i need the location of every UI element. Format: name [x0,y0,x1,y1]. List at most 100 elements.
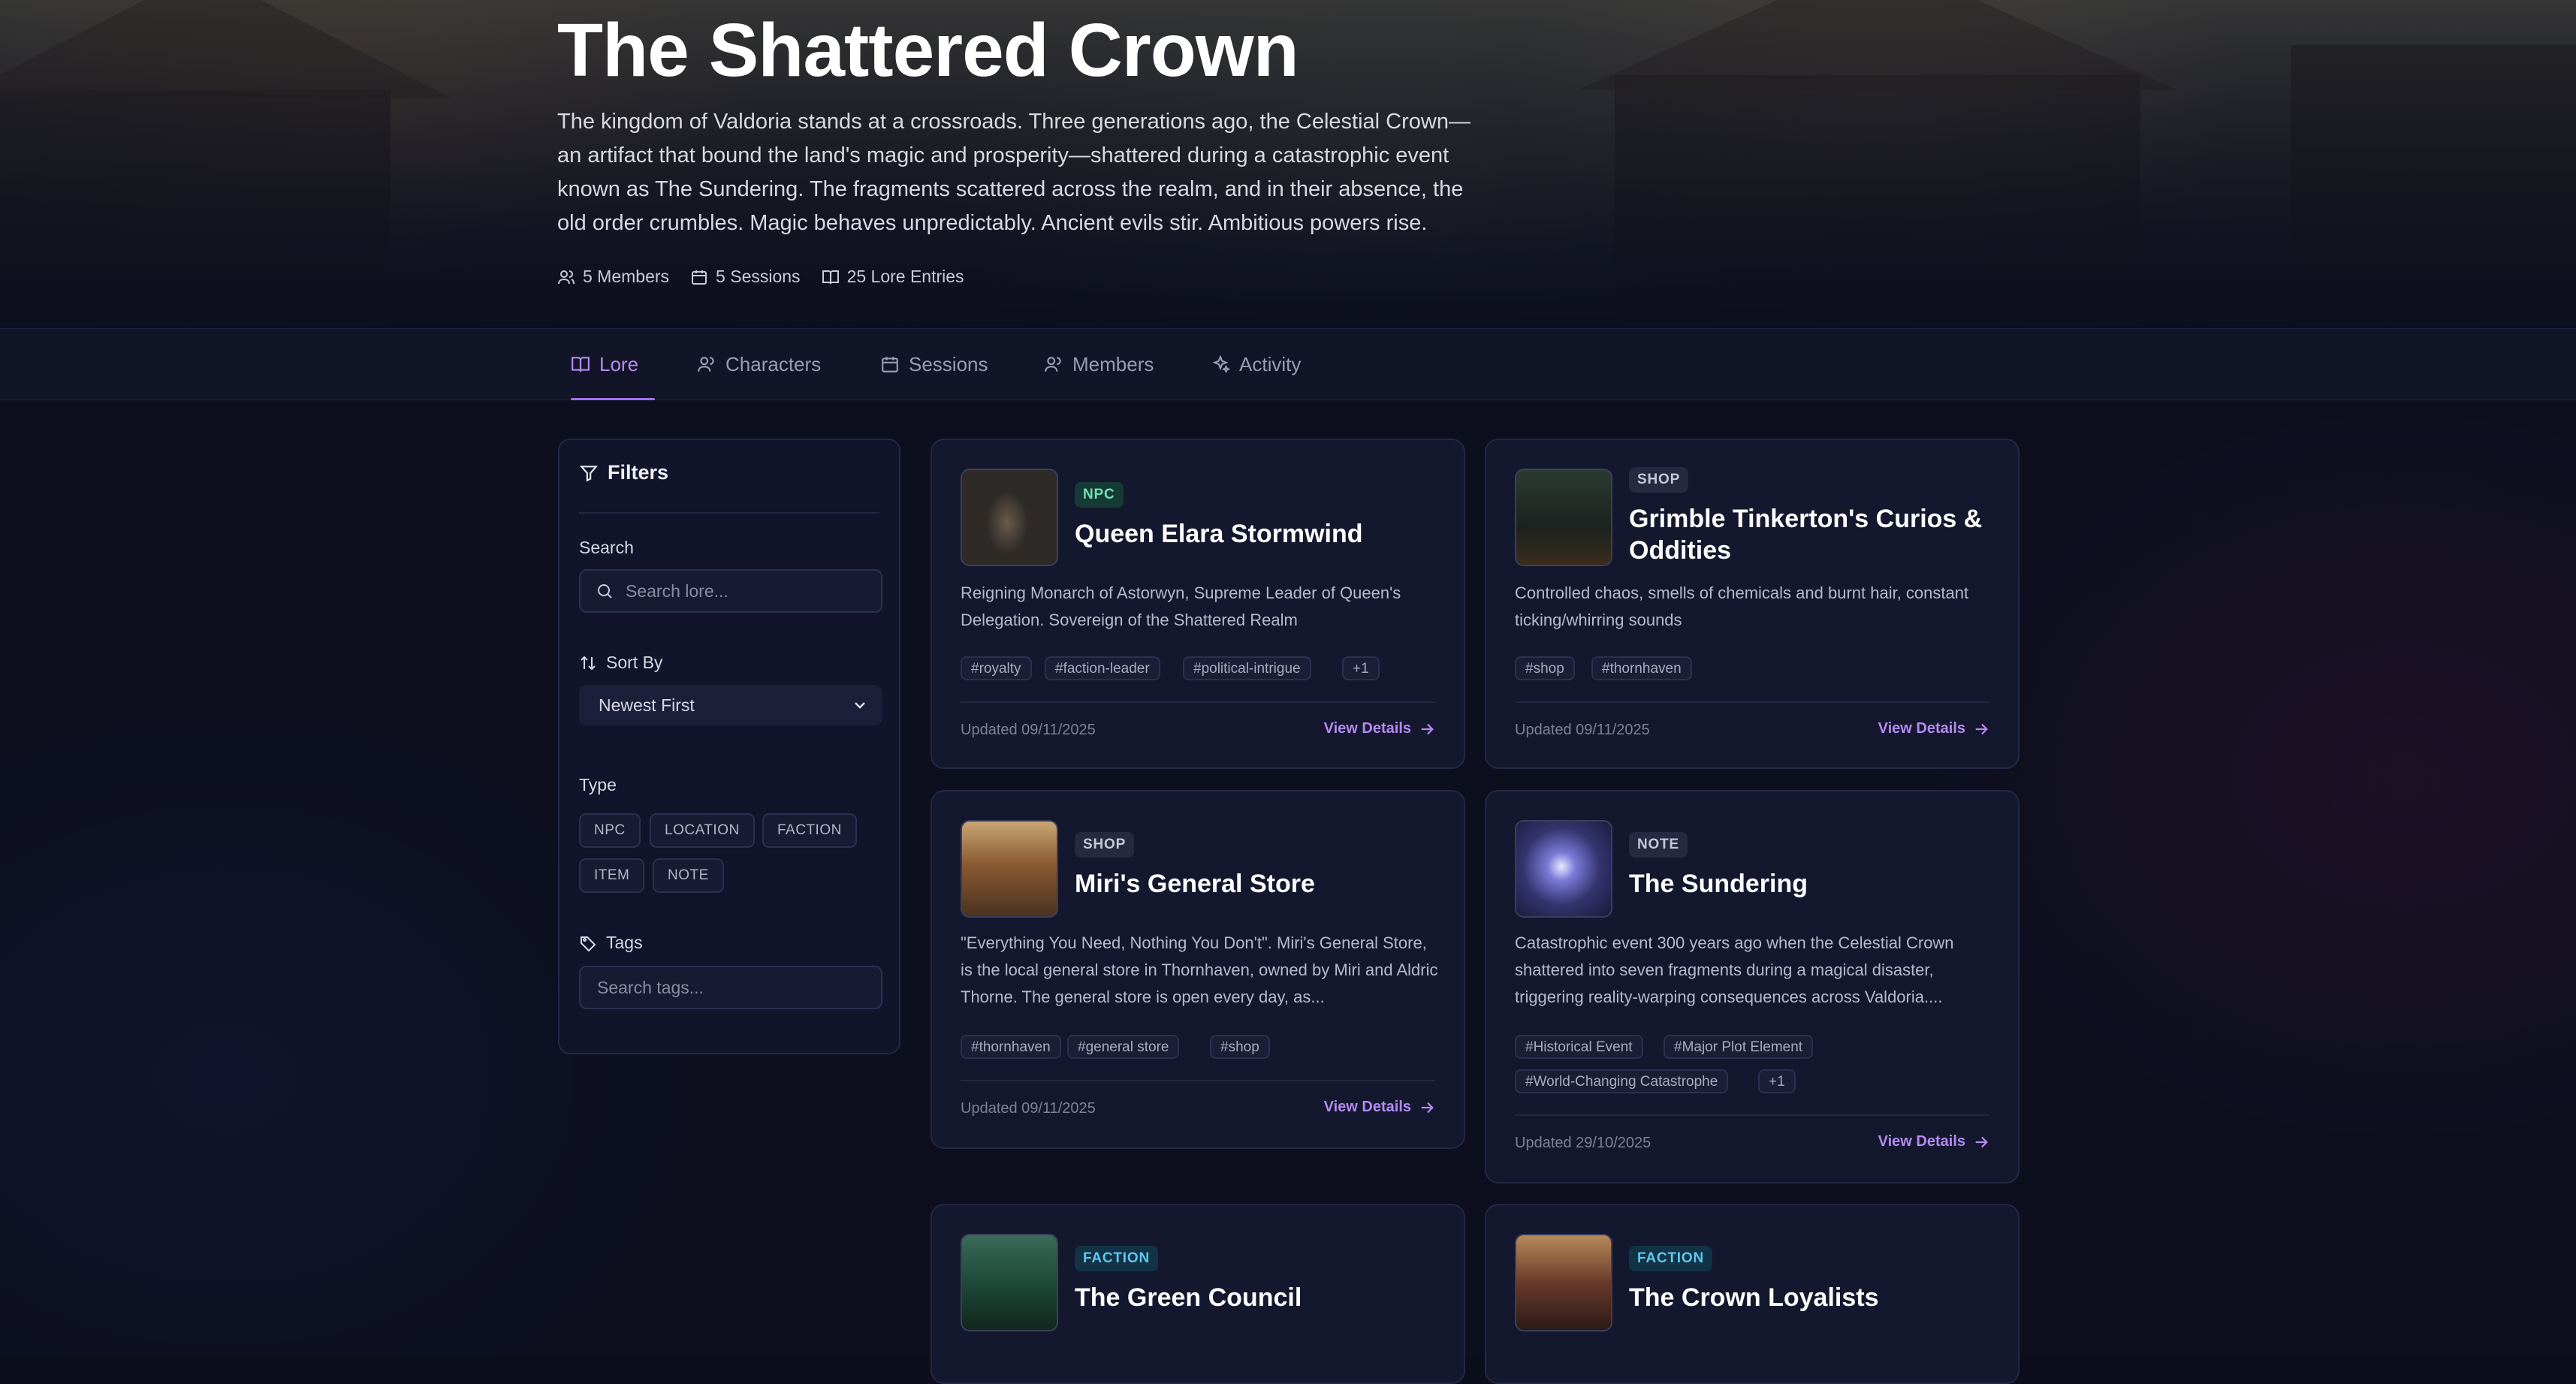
tab-characters[interactable]: Characters [697,329,821,400]
lore-card-thumbnail [1515,1234,1612,1331]
tab-label: Characters [725,352,822,375]
lore-card[interactable]: NOTE The Sundering Catastrophic event 30… [1485,790,2019,1183]
lore-card-description: Controlled chaos, smells of chemicals an… [1515,583,1969,629]
calendar-icon [882,357,898,372]
book-open-icon [822,270,839,284]
tab-lore[interactable]: Lore [571,329,655,401]
lore-tag[interactable]: #thornhaven [961,1035,1061,1059]
campaign-title: The Shattered Crown [557,8,1299,92]
members-count: 5 Members [583,267,670,286]
lore-card-title: The Sundering [1629,870,1808,898]
view-details-label: View Details [1878,720,1965,737]
search-tags-field[interactable] [579,966,882,1009]
sort-by-value: Newest First [599,695,695,715]
arrow-right-icon [1421,1102,1434,1113]
search-lore-field[interactable] [579,569,882,613]
tab-label: Activity [1239,352,1302,375]
view-details-label: View Details [1323,720,1411,737]
updated-date: Updated 29/10/2025 [1515,1135,1651,1151]
type-filter-npc[interactable]: NPC [579,813,641,848]
lore-card-thumbnail [961,820,1058,918]
tab-sessions[interactable]: Sessions [880,329,988,400]
lore-tag[interactable]: #World-Changing Catastrophe [1515,1069,1729,1093]
card-divider [961,1080,1435,1081]
view-details-link[interactable]: View Details [1878,720,1989,737]
sort-by-select[interactable]: Newest First [579,685,882,725]
filters-divider [579,512,879,514]
lore-tag-more[interactable]: +1 [1758,1069,1796,1093]
lore-type-badge: FACTION [1629,1246,1712,1271]
book-icon [572,357,590,372]
users-icon [1045,357,1061,372]
lore-card[interactable]: SHOP Miri's General Store "Everything Yo… [931,790,1465,1149]
lore-tag[interactable]: #Historical Event [1515,1035,1643,1059]
lore-tag[interactable]: #shop [1515,656,1575,680]
type-filter-faction[interactable]: FACTION [762,813,857,848]
card-divider [1515,701,1989,703]
type-filter-item[interactable]: ITEM [579,858,645,893]
updated-date: Updated 09/11/2025 [1515,722,1650,738]
tab-activity[interactable]: Activity [1211,329,1301,400]
lore-tag[interactable]: #thornhaven [1591,656,1692,680]
tag-icon [581,936,596,951]
sort-by-label: Sort By [579,653,662,673]
lore-tag[interactable]: #political-intrigue [1183,656,1311,680]
view-details-link[interactable]: View Details [1324,1099,1435,1116]
view-details-link[interactable]: View Details [1324,720,1435,737]
lore-type-badge: NPC [1075,482,1124,508]
arrow-right-icon [1421,723,1434,734]
tab-members[interactable]: Members [1044,329,1154,400]
lore-tag-more[interactable]: +1 [1342,656,1380,680]
lore-card-title: The Green Council [1075,1283,1302,1312]
type-label: Type [579,775,617,795]
lore-card[interactable]: NPC Queen Elara Stormwind Reigning Monar… [931,439,1465,769]
tab-bar: Lore Characters Sessions Members Activit… [0,328,2576,401]
search-label: Search [579,538,634,557]
filters-heading: Filters [579,461,668,484]
lore-card-description: Catastrophic event 300 years ago when th… [1515,933,1954,1006]
lore-tag[interactable]: #Major Plot Element [1664,1035,1814,1059]
lore-type-badge: SHOP [1075,832,1135,858]
lore-type-badge: SHOP [1629,467,1689,493]
filters-title: Filters [608,461,669,484]
lore-card-thumbnail [1515,469,1612,566]
tags-label: Tags [579,933,643,953]
lore-tag[interactable]: #shop [1210,1035,1270,1059]
lore-card[interactable]: FACTION The Green Council [931,1204,1465,1384]
sort-by-text: Sort By [606,653,663,672]
tags-text: Tags [606,933,643,952]
lore-card-thumbnail [1515,820,1612,918]
type-filter-note[interactable]: NOTE [653,858,724,893]
card-divider [1515,1114,1989,1116]
lore-stat: 25 Lore Entries [822,267,964,287]
sparkles-icon [1212,354,1230,374]
tab-label: Sessions [909,352,988,375]
arrow-right-icon [1975,723,1988,734]
search-lore-input[interactable] [624,580,875,602]
filters-panel: Filters Search Sort By Newest First Type… [558,439,900,1054]
view-details-link[interactable]: View Details [1878,1133,1989,1150]
view-details-label: View Details [1878,1133,1965,1150]
lore-card-thumbnail [961,1234,1058,1331]
lore-tag[interactable]: #royalty [961,656,1032,680]
tab-label: Members [1072,352,1154,375]
lore-card[interactable]: SHOP Grimble Tinkerton's Curios & Odditi… [1485,439,2019,769]
lore-card-title: The Crown Loyalists [1629,1283,1879,1312]
sessions-stat: 5 Sessions [690,267,801,287]
lore-card[interactable]: FACTION The Crown Loyalists [1485,1204,2019,1384]
updated-date: Updated 09/11/2025 [961,722,1096,738]
lore-tag[interactable]: #general store [1067,1035,1180,1059]
calendar-icon [692,270,707,285]
lore-tag[interactable]: #faction-leader [1045,656,1160,680]
type-filter-location[interactable]: LOCATION [650,813,755,848]
updated-date: Updated 09/11/2025 [961,1100,1096,1117]
lore-card-thumbnail [961,469,1058,566]
card-divider [961,701,1435,703]
lore-card-description: Reigning Monarch of Astorwyn, Supreme Le… [961,583,1401,629]
lore-card-title: Queen Elara Stormwind [1075,520,1363,548]
sort-icon [581,656,596,670]
campaign-hero: The Shattered Crown The kingdom of Valdo… [0,0,2576,327]
lore-count: 25 Lore Entries [846,267,964,286]
lore-type-badge: NOTE [1629,832,1688,858]
search-tags-input[interactable] [596,976,846,999]
